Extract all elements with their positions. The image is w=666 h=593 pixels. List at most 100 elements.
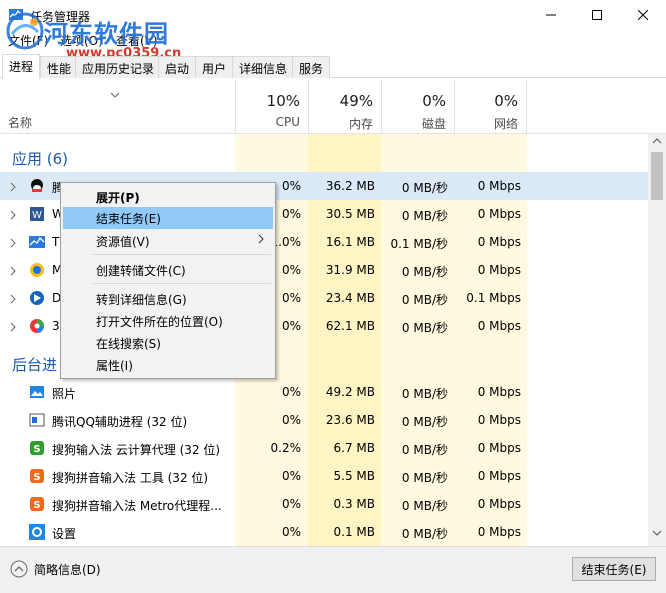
cpu-label: CPU bbox=[275, 115, 300, 129]
sogou-icon: S bbox=[30, 469, 44, 483]
menu-search-online[interactable]: 在线搜索(S) bbox=[63, 332, 273, 354]
column-cpu[interactable]: 10% CPU bbox=[235, 80, 308, 134]
process-name: 腾讯QQ辅助进程 (32 位) bbox=[52, 415, 188, 429]
cpu-value: 0% bbox=[281, 385, 301, 399]
disk-value: 0 MB/秒 bbox=[401, 181, 448, 195]
cpu-value: 0% bbox=[281, 497, 301, 511]
chevron-up-circle-icon[interactable] bbox=[10, 560, 28, 578]
memory-value: 36.2 MB bbox=[325, 179, 375, 193]
menu-expand[interactable]: 展开(P) bbox=[63, 186, 273, 208]
process-name: 设置 bbox=[52, 527, 77, 541]
menu-view[interactable]: 查看(V) bbox=[116, 32, 158, 49]
menu-create-dump[interactable]: 创建转储文件(C) bbox=[63, 259, 273, 281]
menu-resource-values[interactable]: 资源值(V) bbox=[63, 230, 273, 252]
scroll-down-icon[interactable] bbox=[652, 530, 662, 536]
network-value: 0 Mbps bbox=[477, 441, 521, 455]
menu-separator bbox=[93, 254, 271, 255]
chevron-right-icon[interactable] bbox=[9, 210, 17, 220]
menu-go-to-details[interactable]: 转到详细信息(G) bbox=[63, 288, 273, 310]
cpu-value: 0.2% bbox=[270, 441, 302, 455]
expand-toggle[interactable] bbox=[9, 181, 17, 195]
cpu-value: 0% bbox=[281, 413, 301, 427]
menu-bar: 文件(F) 选项(O) 查看(V) bbox=[0, 30, 666, 50]
photos-icon bbox=[30, 386, 44, 398]
fewer-details-link[interactable]: 简略信息(D) bbox=[34, 561, 101, 578]
disk-value: 0 MB/秒 bbox=[401, 387, 448, 401]
process-name: 搜狗输入法 云计算代理 (32 位) bbox=[52, 443, 221, 457]
tab-startup[interactable]: 启动 bbox=[158, 56, 197, 78]
close-icon bbox=[638, 10, 648, 20]
tab-bar: 进程 性能 应用历史记录 启动 用户 详细信息 服务 bbox=[0, 54, 666, 79]
tab-app-history[interactable]: 应用历史记录 bbox=[75, 56, 162, 78]
chevron-right-icon[interactable] bbox=[9, 294, 17, 304]
table-row[interactable]: 设置 0% 0.1 MB 0 MB/秒 0 Mbps bbox=[0, 518, 648, 546]
table-row[interactable]: 腾讯QQ辅助进程 (32 位) 0% 23.6 MB 0 MB/秒 0 Mbps bbox=[0, 406, 648, 434]
expand-toggle[interactable] bbox=[9, 237, 17, 251]
tab-users[interactable]: 用户 bbox=[195, 56, 234, 78]
expand-toggle[interactable] bbox=[9, 321, 17, 335]
memory-value: 30.5 MB bbox=[325, 207, 375, 221]
table-row[interactable]: S 搜狗拼音输入法 Metro代理程... 0% 0.3 MB 0 MB/秒 0 Mbps bbox=[0, 490, 648, 518]
expand-toggle[interactable] bbox=[9, 293, 17, 307]
table-row[interactable]: 照片 0% 49.2 MB 0 MB/秒 0 Mbps bbox=[0, 378, 648, 406]
table-row[interactable]: S 搜狗拼音输入法 工具 (32 位) 0% 5.5 MB 0 MB/秒 0 Mbps bbox=[0, 462, 648, 490]
group-background-title: 后台进 bbox=[12, 356, 58, 374]
menu-properties[interactable]: 属性(I) bbox=[63, 354, 273, 376]
column-name[interactable]: 名称 bbox=[8, 114, 32, 131]
maximize-icon bbox=[592, 10, 602, 20]
chevron-down-icon[interactable] bbox=[110, 92, 120, 98]
column-header: 名称 10% CPU 49% 内存 0% 磁盘 0% 网络 bbox=[0, 80, 666, 134]
tab-details[interactable]: 详细信息 bbox=[232, 56, 295, 78]
cpu-value: 0% bbox=[281, 525, 301, 539]
sogou-metro-icon: S bbox=[30, 497, 44, 511]
network-label: 网络 bbox=[493, 117, 518, 131]
memory-value: 62.1 MB bbox=[325, 319, 375, 333]
media-icon bbox=[30, 263, 44, 277]
tab-performance[interactable]: 性能 bbox=[40, 56, 79, 78]
browser-360-icon bbox=[30, 319, 44, 333]
task-manager-icon bbox=[29, 236, 45, 248]
menu-file[interactable]: 文件(F) bbox=[8, 32, 48, 49]
network-value: 0 Mbps bbox=[477, 179, 521, 193]
disk-value: 0 MB/秒 bbox=[401, 265, 448, 279]
svg-text:S: S bbox=[33, 500, 40, 511]
network-value: 0 Mbps bbox=[477, 469, 521, 483]
column-memory[interactable]: 49% 内存 bbox=[308, 80, 381, 134]
menu-open-file-location[interactable]: 打开文件所在的位置(O) bbox=[63, 310, 273, 332]
disk-value: 0 MB/秒 bbox=[401, 209, 448, 223]
close-button[interactable] bbox=[620, 0, 666, 30]
chevron-right-icon[interactable] bbox=[9, 182, 17, 192]
expand-toggle[interactable] bbox=[9, 209, 17, 223]
memory-value: 0.1 MB bbox=[333, 525, 375, 539]
column-disk[interactable]: 0% 磁盘 bbox=[381, 80, 454, 134]
title-bar: 任务管理器 bbox=[0, 0, 666, 30]
expand-toggle[interactable] bbox=[9, 265, 17, 279]
cpu-total: 10% bbox=[266, 92, 300, 110]
disk-total: 0% bbox=[422, 92, 446, 110]
table-row[interactable]: S 搜狗输入法 云计算代理 (32 位) 0.2% 6.7 MB 0 MB/秒 0 Mbp… bbox=[0, 434, 648, 462]
chevron-right-icon bbox=[258, 234, 264, 244]
menu-end-task[interactable]: 结束任务(E) bbox=[63, 207, 273, 229]
chevron-right-icon[interactable] bbox=[9, 238, 17, 248]
column-network[interactable]: 0% 网络 bbox=[454, 80, 527, 134]
scroll-thumb[interactable] bbox=[651, 152, 663, 200]
svg-text:S: S bbox=[33, 444, 40, 455]
menu-options[interactable]: 选项(O) bbox=[60, 32, 103, 49]
vertical-scrollbar[interactable] bbox=[648, 134, 666, 546]
memory-value: 23.6 MB bbox=[325, 413, 375, 427]
memory-value: 31.9 MB bbox=[325, 263, 375, 277]
context-menu: 展开(P) 结束任务(E) 资源值(V) 创建转储文件(C) 转到详细信息(G)… bbox=[60, 182, 276, 379]
chevron-right-icon[interactable] bbox=[9, 266, 17, 276]
tab-services[interactable]: 服务 bbox=[292, 56, 331, 78]
network-total: 0% bbox=[494, 92, 518, 110]
disk-value: 0 MB/秒 bbox=[401, 415, 448, 429]
maximize-button[interactable] bbox=[574, 0, 620, 30]
memory-value: 0.3 MB bbox=[333, 497, 375, 511]
minimize-button[interactable] bbox=[528, 0, 574, 30]
scroll-up-icon[interactable] bbox=[652, 138, 662, 144]
group-apps-title: 应用 (6) bbox=[12, 150, 69, 168]
tab-processes[interactable]: 进程 bbox=[2, 54, 41, 79]
end-task-button[interactable]: 结束任务(E) bbox=[572, 557, 656, 581]
disk-value: 0 MB/秒 bbox=[401, 527, 448, 541]
chevron-right-icon[interactable] bbox=[9, 322, 17, 332]
